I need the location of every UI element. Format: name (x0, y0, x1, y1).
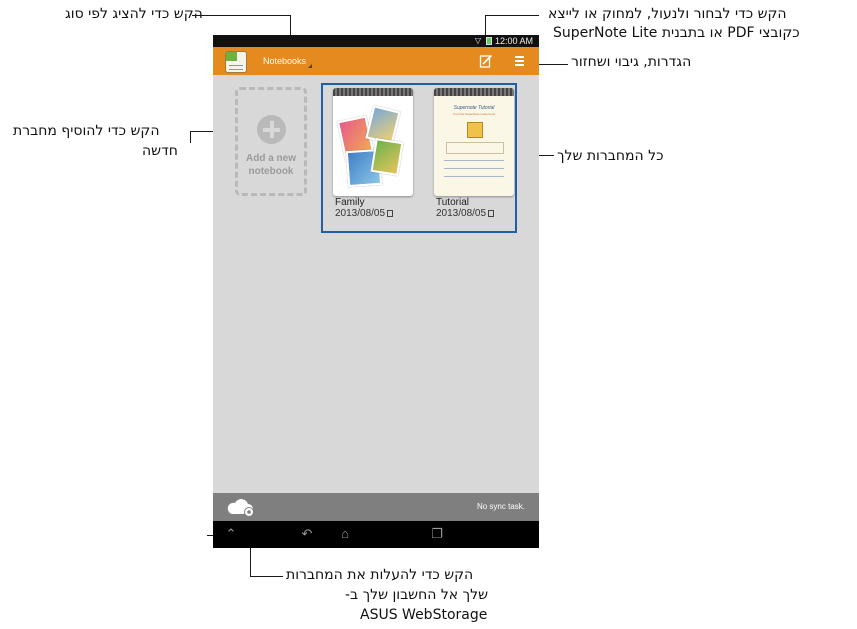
add-notebook-label: Add a new notebook (245, 153, 296, 177)
menu-icon[interactable] (515, 56, 524, 66)
home-icon[interactable]: ⌂ (337, 527, 353, 541)
notebooks-filter-dropdown[interactable]: Notebooks (263, 56, 313, 68)
callout-upload-line3: ASUS WebStorage (360, 607, 488, 623)
plus-icon (257, 115, 286, 144)
callout-add-line1: הקש כדי להוסיף מחברת (13, 123, 160, 139)
callout-add-line2: חדשה (142, 143, 178, 159)
leader-upload-h (250, 576, 283, 577)
callout-upload-line2: שלך אל החשבון שלך ב- (345, 587, 488, 603)
leader-filter-h (192, 15, 291, 16)
status-bar: ▽ 12:00 AM (213, 35, 539, 47)
supernote-app-icon[interactable] (225, 51, 247, 73)
leader-select-h (485, 15, 539, 16)
system-nav-bar: ⌃ ↶ ⌂ ❐ (213, 521, 539, 548)
battery-icon (486, 37, 492, 45)
notebooks-highlight-box (321, 83, 517, 233)
edit-select-icon[interactable] (479, 54, 493, 68)
callout-select-line2: כקובצי PDF או בתבנית SuperNote Lite (553, 25, 800, 41)
sync-status-text: No sync task. (476, 502, 525, 511)
back-icon[interactable]: ↶ (299, 527, 315, 541)
callout-filter: הקש כדי להציג לפי סוג (65, 6, 203, 22)
callout-settings: הגדרות, גיבוי ושחזור (571, 54, 692, 70)
wifi-icon: ▽ (474, 36, 481, 45)
callout-all-notebooks: כל המחברות שלך (557, 148, 664, 164)
sync-bar: No sync task. (213, 493, 539, 521)
recent-apps-icon[interactable]: ❐ (429, 527, 445, 541)
callout-upload-line1: הקש כדי להעלות את המחברות (286, 567, 474, 583)
dropdown-corner-icon (308, 64, 313, 68)
cloud-sync-icon[interactable] (227, 497, 255, 517)
callout-select-line1: הקש כדי לבחור ולנעול, למחוק או לייצא (548, 6, 787, 22)
home-up-icon[interactable]: ⌃ (223, 527, 239, 541)
add-notebook-button[interactable]: Add a new notebook (235, 87, 307, 196)
app-bar: Notebooks (213, 47, 539, 75)
leader-add-tick (190, 131, 191, 143)
notebooks-title: Notebooks (263, 56, 307, 66)
status-time: 12:00 AM (494, 36, 533, 46)
